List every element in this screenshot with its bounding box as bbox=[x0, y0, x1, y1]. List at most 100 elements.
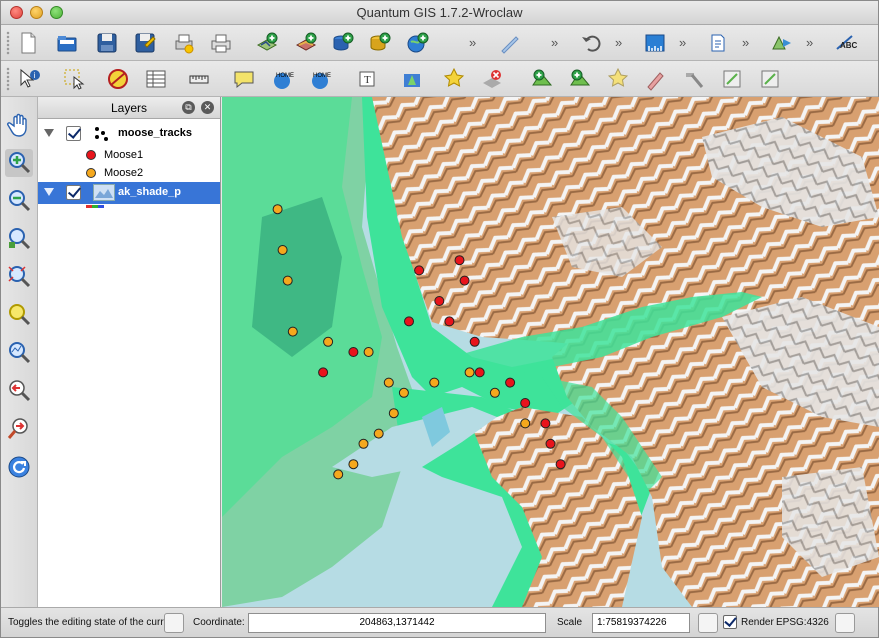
cut-features-icon[interactable] bbox=[681, 66, 707, 92]
snap-icon[interactable] bbox=[769, 30, 795, 56]
moose1-point[interactable] bbox=[540, 418, 551, 429]
toolbar-overflow-chevron[interactable]: » bbox=[551, 35, 558, 50]
save-project-icon[interactable] bbox=[94, 30, 120, 56]
moose2-point[interactable] bbox=[373, 428, 384, 439]
measure-icon[interactable] bbox=[187, 66, 213, 92]
save-as-icon[interactable] bbox=[132, 30, 158, 56]
refresh-icon[interactable] bbox=[5, 453, 33, 481]
crs-label[interactable]: EPSG:4326 bbox=[776, 617, 829, 628]
moose1-point[interactable] bbox=[318, 367, 329, 378]
moose2-point[interactable] bbox=[489, 387, 500, 398]
zoom-out-icon[interactable] bbox=[5, 187, 33, 215]
toolbar-overflow-chevron[interactable]: » bbox=[469, 35, 476, 50]
paste-features-icon[interactable] bbox=[757, 66, 783, 92]
extents-toggle-icon[interactable] bbox=[164, 613, 184, 633]
moose2-point[interactable] bbox=[287, 326, 298, 337]
zoom-in-icon[interactable] bbox=[5, 149, 33, 177]
stop-render-icon[interactable] bbox=[698, 613, 718, 633]
move-feature-icon[interactable] bbox=[567, 66, 593, 92]
moose2-point[interactable] bbox=[383, 377, 394, 388]
zoom-last-icon[interactable] bbox=[5, 377, 33, 405]
new-bookmark-icon[interactable]: HOME bbox=[269, 66, 295, 92]
add-raster-layer-icon[interactable] bbox=[293, 30, 319, 56]
add-wms-icon[interactable] bbox=[405, 30, 431, 56]
label-icon[interactable]: ABC bbox=[833, 30, 859, 56]
annotation-icon[interactable] bbox=[705, 30, 731, 56]
add-spatialite-icon[interactable] bbox=[367, 30, 393, 56]
toolbar-overflow-chevron[interactable]: » bbox=[806, 35, 813, 50]
moose1-point[interactable] bbox=[444, 316, 455, 327]
add-postgis-icon[interactable] bbox=[330, 30, 356, 56]
layer-item-moose-tracks[interactable]: moose_tracks bbox=[38, 123, 220, 145]
moose2-point[interactable] bbox=[464, 367, 475, 378]
moose1-point[interactable] bbox=[555, 459, 566, 470]
moose2-point[interactable] bbox=[348, 459, 359, 470]
open-project-icon[interactable] bbox=[54, 30, 80, 56]
copy-features-icon[interactable] bbox=[719, 66, 745, 92]
toolbar-overflow-chevron[interactable]: » bbox=[742, 35, 749, 50]
select-icon[interactable] bbox=[61, 66, 87, 92]
moose2-point[interactable] bbox=[282, 275, 293, 286]
scale-field[interactable]: 1:75819374226 bbox=[592, 613, 690, 633]
moose2-point[interactable] bbox=[429, 377, 440, 388]
moose1-point[interactable] bbox=[520, 398, 531, 408]
moose1-point[interactable] bbox=[348, 347, 359, 357]
print-composer-icon[interactable] bbox=[171, 30, 197, 56]
moose2-point[interactable] bbox=[272, 204, 283, 215]
map-svg[interactable] bbox=[222, 97, 879, 607]
pan-icon[interactable] bbox=[5, 111, 33, 139]
moose1-point[interactable] bbox=[404, 316, 414, 327]
render-checkbox[interactable] bbox=[723, 615, 737, 629]
moose2-point[interactable] bbox=[363, 347, 374, 357]
measure-line-icon[interactable] bbox=[642, 30, 668, 56]
coordinate-field[interactable]: 204863,1371442 bbox=[248, 613, 546, 633]
layer-visible-icon[interactable] bbox=[399, 66, 425, 92]
layer-visibility-checkbox[interactable] bbox=[66, 126, 81, 141]
float-panel-icon[interactable]: ⧉ bbox=[182, 101, 195, 114]
layer-visibility-checkbox[interactable] bbox=[66, 185, 81, 200]
toolbar-overflow-chevron[interactable]: » bbox=[679, 35, 686, 50]
attribute-table-icon[interactable] bbox=[143, 66, 169, 92]
toolbar-grip[interactable] bbox=[6, 31, 10, 55]
expand-toggle-icon[interactable] bbox=[44, 188, 54, 196]
zoom-to-selection-icon[interactable] bbox=[5, 263, 33, 291]
moose1-point[interactable] bbox=[469, 336, 480, 347]
moose1-point[interactable] bbox=[454, 255, 465, 266]
toolbar-overflow-chevron[interactable]: » bbox=[615, 35, 622, 50]
new-project-icon[interactable] bbox=[15, 30, 41, 56]
map-tips-icon[interactable] bbox=[231, 66, 257, 92]
show-bookmarks-icon[interactable]: HOME bbox=[307, 66, 333, 92]
identify-icon[interactable]: i bbox=[16, 66, 42, 92]
moose1-point[interactable] bbox=[459, 275, 470, 286]
moose1-point[interactable] bbox=[414, 265, 425, 276]
print-icon[interactable] bbox=[208, 30, 234, 56]
expand-toggle-icon[interactable] bbox=[44, 129, 54, 137]
moose1-point[interactable] bbox=[545, 438, 556, 449]
moose2-point[interactable] bbox=[398, 387, 409, 398]
close-panel-icon[interactable]: ✕ bbox=[201, 101, 214, 114]
new-layer-icon[interactable] bbox=[441, 66, 467, 92]
moose2-point[interactable] bbox=[358, 438, 369, 449]
delete-selected-icon[interactable] bbox=[643, 66, 669, 92]
moose1-point[interactable] bbox=[474, 367, 485, 378]
zoom-full-icon[interactable] bbox=[5, 225, 33, 253]
map-canvas[interactable] bbox=[222, 97, 879, 607]
moose2-point[interactable] bbox=[333, 469, 344, 480]
remove-layer-icon[interactable] bbox=[479, 66, 505, 92]
zoom-next-icon[interactable] bbox=[5, 415, 33, 443]
add-feature-icon[interactable] bbox=[529, 66, 555, 92]
undo-icon[interactable] bbox=[578, 30, 604, 56]
zoom-native-icon[interactable] bbox=[5, 339, 33, 367]
moose2-point[interactable] bbox=[388, 408, 399, 419]
zoom-to-layer-icon[interactable] bbox=[5, 301, 33, 329]
moose2-point[interactable] bbox=[323, 336, 334, 347]
moose2-point[interactable] bbox=[277, 245, 288, 255]
add-vector-layer-icon[interactable] bbox=[254, 30, 280, 56]
moose1-point[interactable] bbox=[434, 296, 445, 306]
layer-item-ak-shade-p[interactable]: ak_shade_p bbox=[38, 182, 220, 204]
toolbar-grip[interactable] bbox=[6, 67, 10, 91]
crs-status-icon[interactable] bbox=[835, 613, 855, 633]
moose1-point[interactable] bbox=[505, 377, 516, 388]
text-annotation-icon[interactable]: T bbox=[355, 66, 381, 92]
moose2-point[interactable] bbox=[520, 418, 531, 429]
